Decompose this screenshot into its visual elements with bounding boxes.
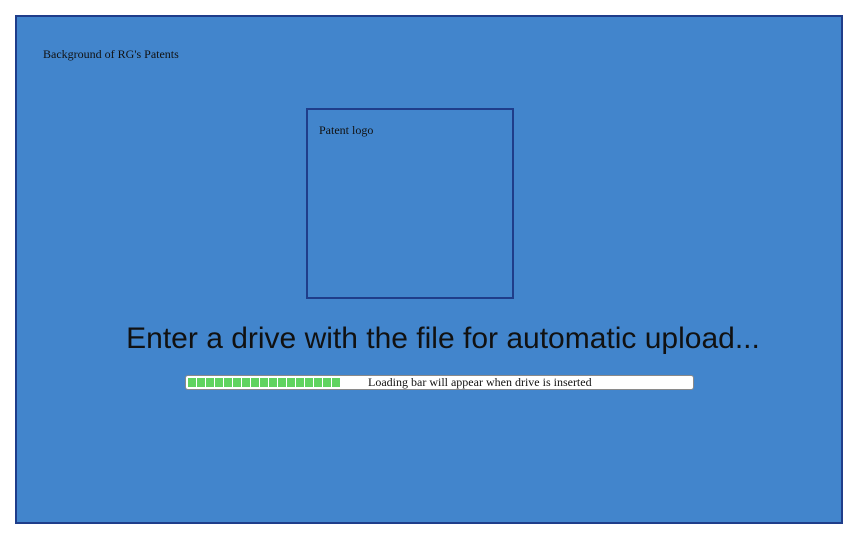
loading-bar-segment bbox=[332, 378, 340, 387]
loading-bar-segment bbox=[197, 378, 205, 387]
loading-bar-status: Loading bar will appear when drive is in… bbox=[368, 375, 592, 389]
loading-bar-segment bbox=[233, 378, 241, 387]
loading-bar-segment bbox=[242, 378, 250, 387]
loading-bar-segment bbox=[314, 378, 322, 387]
background-panel: Background of RG's Patents Patent logo E… bbox=[15, 15, 843, 524]
loading-bar-segment bbox=[224, 378, 232, 387]
loading-bar-segment bbox=[323, 378, 331, 387]
loading-bar-segment bbox=[269, 378, 277, 387]
loading-bar-segment bbox=[296, 378, 304, 387]
upload-prompt: Enter a drive with the file for automati… bbox=[126, 322, 760, 355]
patent-logo-placeholder: Patent logo bbox=[306, 108, 514, 299]
loading-bar-segment bbox=[188, 378, 196, 387]
loading-bar-segment bbox=[305, 378, 313, 387]
loading-bar-fill bbox=[188, 378, 340, 387]
loading-bar-segment bbox=[278, 378, 286, 387]
loading-bar-segment bbox=[215, 378, 223, 387]
patent-logo-label: Patent logo bbox=[319, 123, 374, 137]
loading-bar-segment bbox=[260, 378, 268, 387]
background-label: Background of RG's Patents bbox=[43, 47, 179, 61]
loading-bar-segment bbox=[206, 378, 214, 387]
loading-bar-segment bbox=[287, 378, 295, 387]
loading-bar: Loading bar will appear when drive is in… bbox=[185, 375, 694, 390]
loading-bar-segment bbox=[251, 378, 259, 387]
